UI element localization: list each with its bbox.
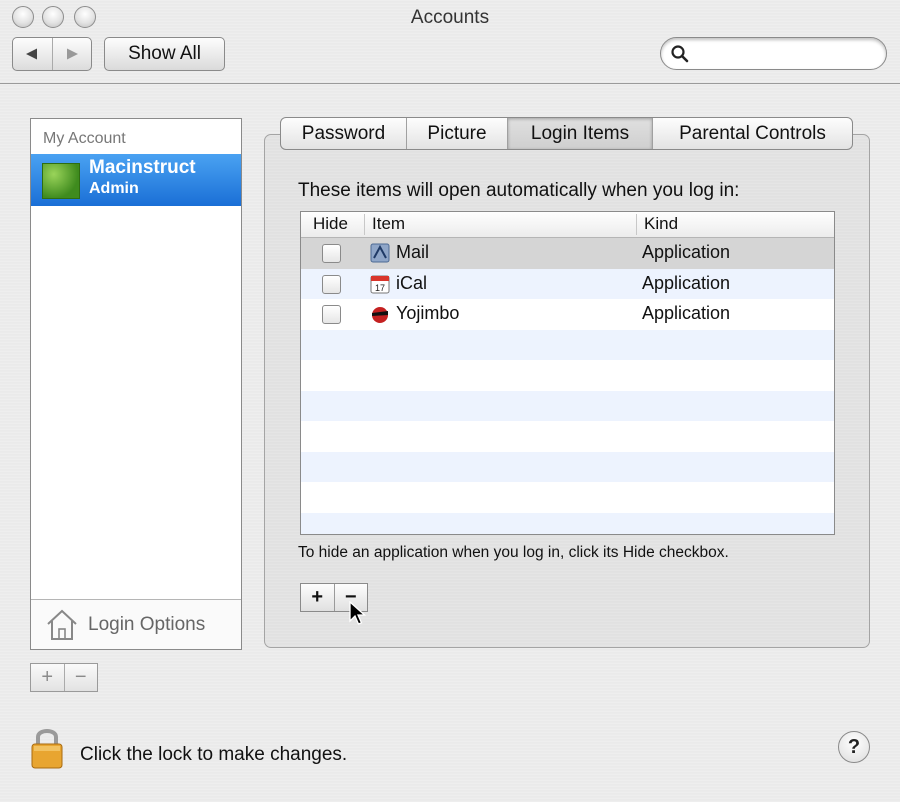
tab-parental-controls[interactable]: Parental Controls [652,118,852,149]
account-name: Macinstruct [89,157,196,178]
search-icon [671,45,689,63]
table-row-empty [301,482,834,513]
remove-account-button[interactable]: − [63,664,98,691]
lock-icon[interactable] [29,725,65,771]
account-role: Admin [89,180,139,197]
title-bar: Accounts Show All [0,0,900,84]
account-add-remove: + − [30,663,98,692]
tab-bar: Password Picture Login Items Parental Co… [280,117,853,150]
login-items-table[interactable]: Hide Item Kind Mail Application 17 iCal … [300,211,835,535]
table-row-empty [301,512,834,534]
forward-button[interactable] [51,38,92,70]
table-row[interactable]: Yojimbo Application [301,299,834,330]
column-header-hide[interactable]: Hide [313,214,348,234]
table-row[interactable]: Mail Application [301,238,834,269]
table-rows: Mail Application 17 iCal Application Yoj… [301,238,834,534]
mail-app-icon [370,243,390,263]
window-title: Accounts [410,7,490,28]
column-header-kind[interactable]: Kind [644,214,678,234]
accounts-section-header: My Account [43,130,126,147]
tab-picture[interactable]: Picture [406,118,507,149]
ical-app-icon: 17 [370,275,390,293]
back-forward-control [12,37,92,71]
table-row[interactable]: 17 iCal Application [301,268,834,299]
tab-password[interactable]: Password [281,118,406,149]
account-item-selected[interactable]: Macinstruct Admin [31,154,241,206]
accounts-window: Accounts Show All My Account Macinstruct… [0,0,900,802]
table-row-empty [301,329,834,360]
mouse-pointer-icon [349,601,367,625]
avatar [42,163,80,199]
tab-login-items[interactable]: Login Items [507,118,652,149]
search-input[interactable] [695,43,875,65]
forward-arrow-icon [66,48,78,60]
table-row-empty [301,421,834,452]
item-name: iCal [396,272,428,293]
item-kind: Application [642,272,731,293]
back-button[interactable] [13,38,52,70]
house-icon [47,609,77,640]
search-field[interactable] [660,37,887,70]
hide-checkbox[interactable] [322,244,341,263]
hide-hint-text: To hide an application when you log in, … [298,544,729,561]
column-header-item[interactable]: Item [372,214,405,234]
table-header: Hide Item Kind [301,212,834,238]
table-row-empty [301,451,834,482]
back-arrow-icon [26,48,38,60]
yojimbo-app-icon [372,307,388,323]
table-row-empty [301,360,834,391]
login-items-intro: These items will open automatically when… [298,180,740,201]
item-kind: Application [642,242,731,262]
login-options-label: Login Options [88,614,206,635]
item-kind: Application [642,303,731,323]
item-name: Yojimbo [396,303,460,323]
login-options-item[interactable]: Login Options [31,599,241,649]
add-account-button[interactable]: + [31,664,64,691]
table-row-empty [301,390,834,421]
hide-checkbox[interactable] [322,274,341,294]
item-name: Mail [396,242,430,262]
hide-checkbox[interactable] [322,305,341,324]
accounts-list[interactable]: My Account Macinstruct Admin Login Optio… [30,118,242,650]
help-button[interactable]: ? [838,731,870,763]
add-login-item-button[interactable]: + [301,584,334,611]
svg-text:17: 17 [375,283,385,293]
show-all-button[interactable]: Show All [104,37,225,71]
lock-message: Click the lock to make changes. [80,744,348,765]
